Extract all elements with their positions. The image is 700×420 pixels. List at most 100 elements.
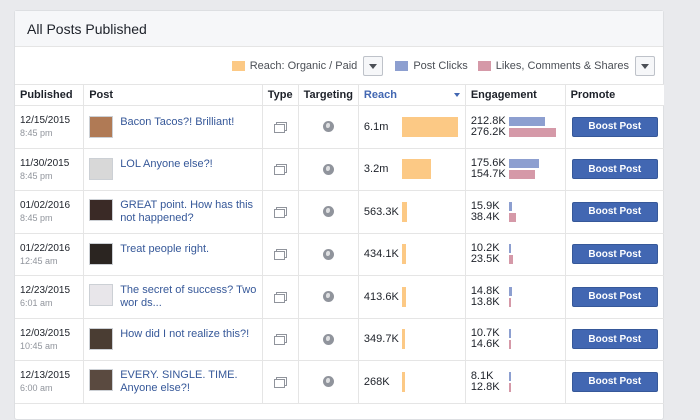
promote-cell: Boost Post [565,318,664,361]
engagement-cell: 175.6K 154.7K [465,148,566,191]
post-link[interactable]: Treat people right. [120,243,209,256]
promote-cell: Boost Post [565,190,664,234]
globe-icon [322,376,334,388]
likes-comments-shares-value: 154.7K [470,168,506,181]
legend-clicks-label: Post Clicks [413,60,468,72]
legend-likes-swatch [477,61,491,71]
published-cell: 12/23/2015 6:01 am [15,275,85,319]
targeting-cell [298,190,359,234]
table-row[interactable]: 11/30/2015 8:45 pm LOL Anyone else?! 3.2… [15,148,664,191]
reach-value: 349.7K [363,333,399,346]
reach-value: 3.2m [363,163,389,176]
post-link[interactable]: Bacon Tacos?! Brilliant! [120,116,234,129]
type-cell [262,318,299,361]
published-time: 6:00 am [20,383,53,394]
targeting-cell [298,318,359,361]
reach-bar [401,286,406,307]
likes-bar [508,127,556,137]
col-reach-label: Reach [363,89,397,101]
table-row[interactable]: 12/23/2015 6:01 am The secret of success… [15,275,664,319]
engagement-cell: 212.8K 276.2K [465,105,566,149]
legend-reach-label: Reach: Organic / Paid [249,60,358,72]
published-date: 12/13/2015 [20,370,71,382]
likes-bar [508,255,513,265]
post-cell: GREAT point. How has this not happened? [83,190,263,234]
boost-post-button[interactable]: Boost Post [571,244,658,265]
reach-bar [401,201,407,222]
post-thumbnail[interactable] [89,198,114,221]
post-link[interactable]: GREAT point. How has this not happened? [120,199,257,225]
post-link[interactable]: How did I not realize this?! [120,328,249,341]
photo-album-icon [274,121,288,133]
type-cell [262,275,299,319]
table-row[interactable]: 01/02/2016 8:45 pm GREAT point. How has … [15,190,664,234]
post-thumbnail[interactable] [89,283,114,306]
col-targeting[interactable]: Targeting [298,84,359,106]
post-thumbnail[interactable] [89,328,114,351]
col-published[interactable]: Published [15,84,85,106]
post-clicks-bar [508,116,545,126]
targeting-cell [298,105,359,149]
published-date: 12/03/2015 [20,327,71,339]
likes-comments-shares-value: 12.8K [470,380,500,393]
targeting-cell [298,233,359,276]
table-row[interactable]: 12/03/2015 10:45 am How did I not realiz… [15,318,664,361]
published-time: 8:45 pm [20,213,53,224]
post-clicks-bar [508,201,512,211]
boost-post-button[interactable]: Boost Post [571,159,658,180]
post-thumbnail[interactable] [89,115,114,138]
col-reach[interactable]: Reach [358,84,466,106]
post-thumbnail[interactable] [89,368,114,391]
reach-metric-dropdown[interactable] [363,56,384,76]
legend-likes-label: Likes, Comments & Shares [495,60,629,72]
col-post[interactable]: Post [83,84,263,106]
engagement-cell: 10.2K 23.5K [465,233,566,276]
col-engagement[interactable]: Engagement [465,84,566,106]
photo-album-icon [274,164,288,176]
legend-reach-swatch [231,61,245,71]
boost-post-button[interactable]: Boost Post [571,371,658,392]
reach-value: 6.1m [363,120,389,133]
panel-title: All Posts Published [15,11,663,47]
table-row[interactable]: 12/15/2015 8:45 pm Bacon Tacos?! Brillia… [15,105,664,149]
post-thumbnail[interactable] [89,243,114,266]
post-thumbnail[interactable] [89,158,114,181]
published-cell: 12/15/2015 8:45 pm [15,105,85,149]
col-type[interactable]: Type [262,84,299,106]
reach-cell: 413.6K [358,275,466,319]
table-row[interactable]: 12/13/2015 6:00 am EVERY. SINGLE. TIME. … [15,360,664,404]
table-row[interactable]: 01/22/2016 12:45 am Treat people right. … [15,233,664,276]
type-cell [262,233,299,276]
post-cell: Treat people right. [83,233,263,276]
boost-post-button[interactable]: Boost Post [571,116,658,137]
post-link[interactable]: EVERY. SINGLE. TIME. Anyone else?! [120,369,257,395]
boost-post-button[interactable]: Boost Post [571,201,658,222]
reach-bar [401,159,431,180]
reach-bar [401,244,406,265]
reach-cell: 563.3K [358,190,466,234]
post-link[interactable]: The secret of success? Two wor ds... [120,284,257,310]
likes-bar [508,297,511,307]
legend-clicks-swatch [395,61,409,71]
boost-post-button[interactable]: Boost Post [571,286,658,307]
published-date: 01/02/2016 [20,200,71,212]
type-cell [262,360,299,404]
reach-bar [401,116,458,137]
published-time: 12:45 am [20,255,58,266]
published-date: 11/30/2015 [20,157,70,169]
promote-cell: Boost Post [565,360,664,404]
post-link[interactable]: LOL Anyone else?! [120,158,213,171]
post-clicks-bar [508,159,539,169]
engagement-metric-dropdown[interactable] [635,56,655,76]
photo-album-icon [274,206,288,218]
boost-post-button[interactable]: Boost Post [571,329,658,350]
likes-bar [508,170,535,180]
published-cell: 12/13/2015 6:00 am [15,360,85,404]
post-cell: LOL Anyone else?! [83,148,263,191]
promote-cell: Boost Post [565,105,664,149]
reach-cell: 434.1K [358,233,466,276]
photo-album-icon [274,249,288,261]
published-cell: 11/30/2015 8:45 pm [15,148,85,191]
published-time: 8:45 pm [20,128,53,139]
post-cell: The secret of success? Two wor ds... [83,275,263,319]
